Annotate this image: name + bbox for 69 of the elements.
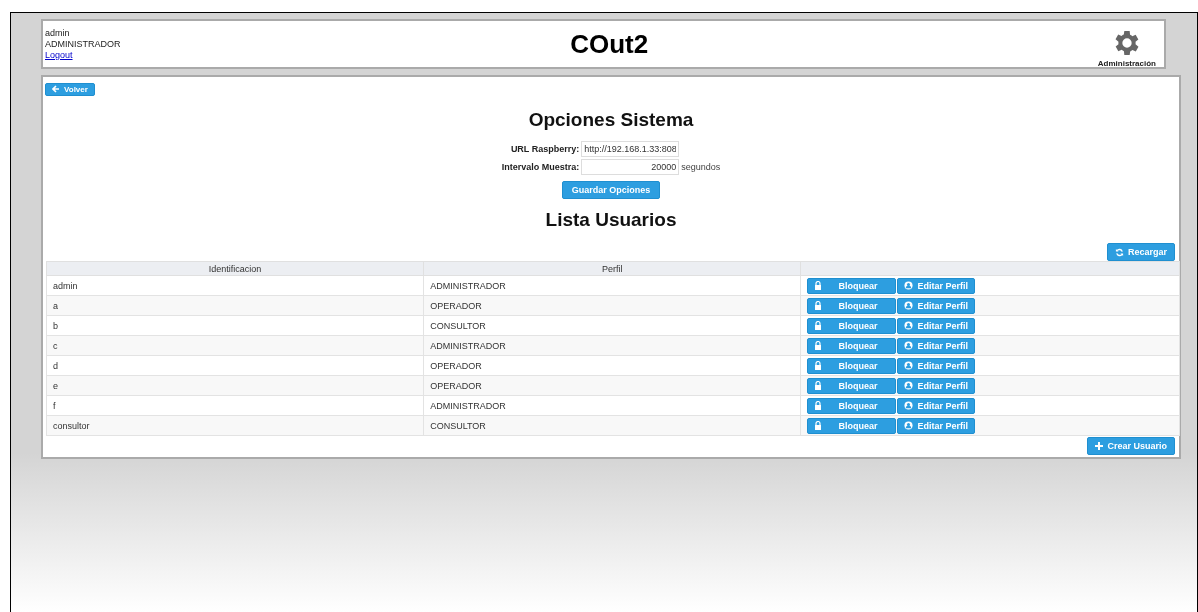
- column-header: Identificacion: [46, 261, 424, 276]
- field-label: URL Raspberry:: [509, 144, 580, 154]
- edit-profile-button[interactable]: Editar Perfil: [897, 297, 975, 314]
- logout-link[interactable]: Logout: [45, 49, 121, 61]
- table-cell: ADMINISTRADOR: [423, 335, 801, 356]
- block-button[interactable]: Bloquear: [807, 357, 897, 374]
- user-circle-icon: [904, 341, 914, 350]
- block-button[interactable]: Bloquear: [807, 337, 897, 354]
- create-user-button[interactable]: Crear Usuario: [1087, 437, 1175, 455]
- edit-profile-button[interactable]: Editar Perfil: [897, 337, 975, 354]
- user-profile: ADMINISTRADOR: [45, 38, 121, 50]
- arrow-left-icon: [52, 85, 60, 93]
- lock-icon: [814, 341, 823, 350]
- user-circle-icon: [904, 381, 914, 390]
- block-button[interactable]: Bloquear: [807, 397, 897, 414]
- users-heading: Lista Usuarios: [544, 209, 678, 231]
- app-title: COut2: [570, 28, 649, 60]
- table-cell: f: [46, 395, 424, 416]
- table-cell: ADMINISTRADOR: [423, 275, 801, 296]
- table-cell: ADMINISTRADOR: [423, 395, 801, 416]
- refresh-icon: [1114, 247, 1124, 257]
- table-cell: d: [46, 355, 424, 376]
- edit-profile-button[interactable]: Editar Perfil: [897, 397, 975, 414]
- user-circle-icon: [904, 421, 914, 430]
- table-cell: c: [46, 335, 424, 356]
- table-cell: b: [46, 315, 424, 336]
- user-circle-icon: [904, 361, 914, 370]
- lock-icon: [814, 281, 823, 290]
- reload-button[interactable]: Recargar: [1106, 243, 1175, 261]
- back-button[interactable]: Volver: [45, 82, 95, 96]
- lock-icon: [814, 421, 823, 430]
- user-name: admin: [45, 27, 71, 39]
- edit-profile-button[interactable]: Editar Perfil: [897, 357, 975, 374]
- lock-icon: [814, 401, 823, 410]
- lock-icon: [814, 381, 823, 390]
- edit-profile-button[interactable]: Editar Perfil: [897, 417, 975, 434]
- block-button[interactable]: Bloquear: [807, 317, 897, 334]
- table-cell: consultor: [46, 415, 424, 436]
- block-button[interactable]: Bloquear: [807, 417, 897, 434]
- field-label: Intervalo Muestra:: [501, 162, 580, 172]
- table-cell: OPERADOR: [423, 375, 801, 396]
- lock-icon: [814, 301, 823, 310]
- plus-icon: [1095, 442, 1104, 450]
- input-field[interactable]: 20000: [581, 159, 680, 175]
- lock-icon: [814, 361, 823, 370]
- table-cell: OPERADOR: [423, 355, 801, 376]
- block-button[interactable]: Bloquear: [807, 297, 897, 314]
- table-cell: a: [46, 295, 424, 316]
- block-button[interactable]: Bloquear: [807, 377, 897, 394]
- unit-label: segundos: [681, 162, 721, 172]
- options-heading: Opciones Sistema: [527, 109, 695, 131]
- input-field[interactable]: http://192.168.1.33:808: [581, 141, 680, 157]
- edit-profile-button[interactable]: Editar Perfil: [897, 377, 975, 394]
- table-cell: CONSULTOR: [423, 315, 801, 336]
- edit-profile-button[interactable]: Editar Perfil: [897, 277, 975, 294]
- user-circle-icon: [904, 301, 914, 310]
- block-button[interactable]: Bloquear: [807, 277, 897, 294]
- user-circle-icon: [904, 281, 914, 290]
- table-cell: e: [46, 375, 424, 396]
- table-cell: CONSULTOR: [423, 415, 801, 436]
- administration-link[interactable]: Administración: [1097, 26, 1156, 68]
- edit-profile-button[interactable]: Editar Perfil: [897, 317, 975, 334]
- save-options-button[interactable]: Guardar Opciones: [561, 181, 661, 199]
- user-circle-icon: [904, 401, 914, 410]
- table-cell: admin: [46, 275, 424, 296]
- column-header: Perfil: [423, 261, 801, 276]
- lock-icon: [814, 321, 823, 330]
- table-cell: OPERADOR: [423, 295, 801, 316]
- user-circle-icon: [904, 321, 914, 330]
